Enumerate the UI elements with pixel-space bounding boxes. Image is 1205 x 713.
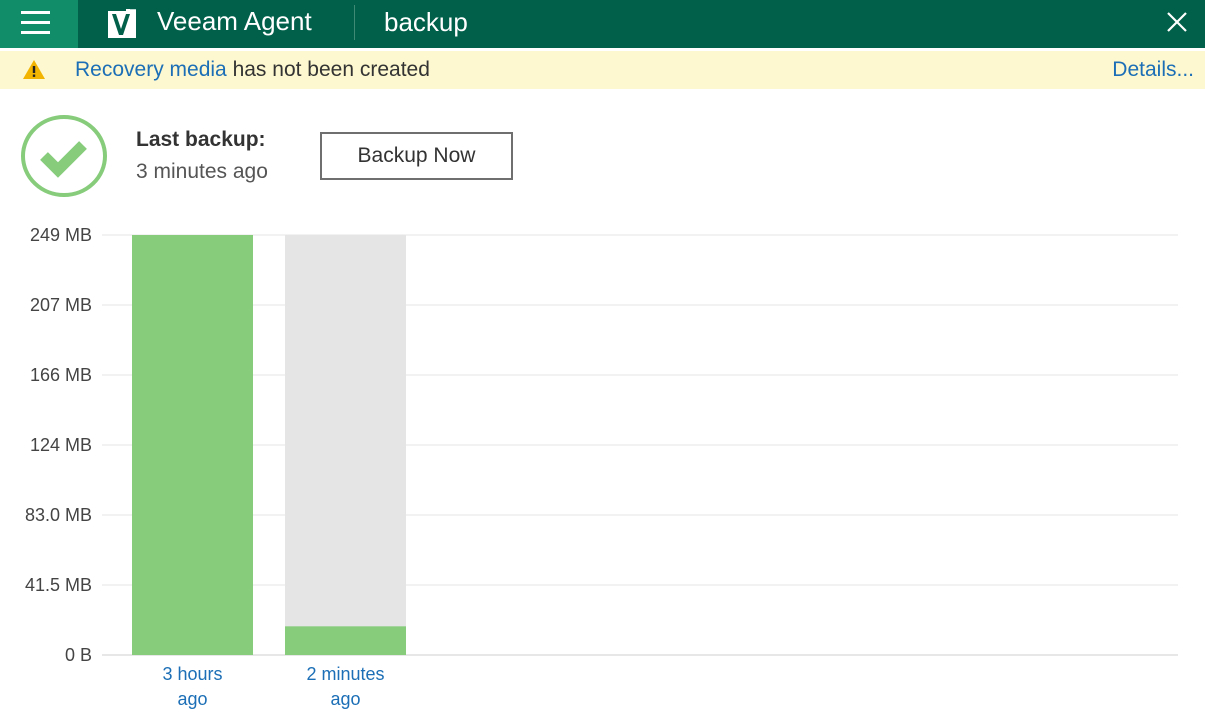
bar-background [285, 235, 406, 655]
x-category-label-line: 2 minutes [306, 664, 385, 684]
chart-canvas [102, 234, 1178, 656]
job-title: backup [384, 7, 468, 37]
y-tick-label: 124 MB [29, 435, 92, 455]
title-bar: Veeam Agent backup [0, 0, 1205, 48]
hamburger-menu-button[interactable] [0, 0, 78, 48]
y-tick-label: 41.5 MB [24, 575, 92, 595]
warning-triangle-icon [23, 60, 45, 79]
warning-message: Recovery media has not been created [75, 57, 430, 83]
x-category-label[interactable]: 3 hours ago [132, 662, 253, 712]
x-category-label-line: ago [177, 689, 208, 709]
y-tick-label: 207 MB [29, 295, 92, 315]
backup-now-button[interactable]: Backup Now [320, 132, 513, 180]
last-backup-value: 3 minutes ago [136, 160, 268, 183]
hamburger-icon-line [21, 21, 50, 24]
backup-size-chart: 249 MB 207 MB 166 MB 124 MB 83.0 MB 41.5 MB 0 … [0, 220, 1205, 713]
warning-banner: Recovery media has not been created Deta… [0, 51, 1205, 89]
y-tick-label: 166 MB [29, 365, 92, 385]
x-category-label-line: 3 hours [162, 664, 223, 684]
warning-message-text: has not been created [226, 58, 430, 81]
x-category-label[interactable]: 2 minutes ago [285, 662, 406, 712]
app-title: Veeam Agent [157, 6, 312, 36]
recovery-media-link[interactable]: Recovery media [75, 58, 227, 81]
title-separator [354, 5, 355, 40]
details-link[interactable]: Details... [1112, 57, 1194, 83]
backup-size-bar[interactable] [285, 626, 406, 655]
success-check-icon [21, 115, 107, 197]
hamburger-icon-line [21, 31, 50, 34]
last-backup-label: Last backup: [136, 128, 266, 151]
backup-size-bar[interactable] [132, 235, 253, 655]
y-tick-label: 83.0 MB [24, 505, 92, 525]
close-icon[interactable] [1165, 10, 1189, 34]
hamburger-icon-line [21, 11, 50, 14]
y-tick-label: 249 MB [29, 225, 92, 245]
x-category-label-line: ago [330, 689, 361, 709]
veeam-logo-icon [108, 7, 143, 38]
y-tick-label: 0 B [64, 645, 92, 665]
